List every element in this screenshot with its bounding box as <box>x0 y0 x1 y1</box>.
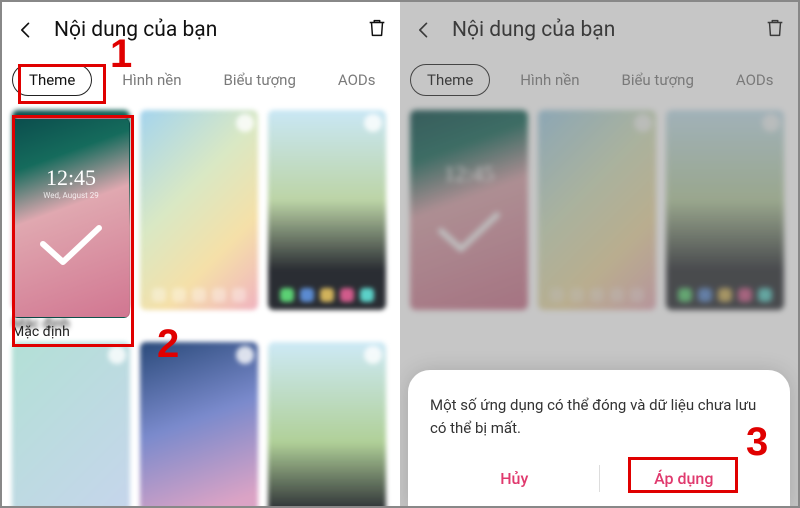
annotation-box-2 <box>12 115 134 347</box>
annotation-box-1 <box>18 64 106 104</box>
theme-card[interactable] <box>12 342 130 506</box>
tab-icons[interactable]: Biểu tượng <box>211 65 307 95</box>
theme-card[interactable] <box>140 110 258 332</box>
tab-aods[interactable]: AODs <box>326 65 388 95</box>
header: Nội dung của bạn <box>2 2 400 58</box>
left-screenshot: Nội dung của bạn Theme Hình nền Biểu tượ… <box>2 2 400 506</box>
theme-card[interactable] <box>268 110 386 332</box>
annotation-label-2: 2 <box>157 322 179 367</box>
page-title: Nội dung của bạn <box>54 18 366 42</box>
annotation-box-3 <box>628 457 738 493</box>
annotation-label-1: 1 <box>110 32 132 77</box>
theme-card[interactable] <box>268 342 386 506</box>
cancel-button[interactable]: Hủy <box>430 461 599 496</box>
back-icon[interactable] <box>14 18 38 42</box>
delete-icon[interactable] <box>366 17 388 43</box>
dialog-message: Một số ứng dụng có thể đóng và dữ liệu c… <box>430 394 768 439</box>
annotation-label-3: 3 <box>746 420 768 465</box>
right-screenshot: Nội dung của bạn Theme Hình nền Biểu tượ… <box>400 2 798 506</box>
